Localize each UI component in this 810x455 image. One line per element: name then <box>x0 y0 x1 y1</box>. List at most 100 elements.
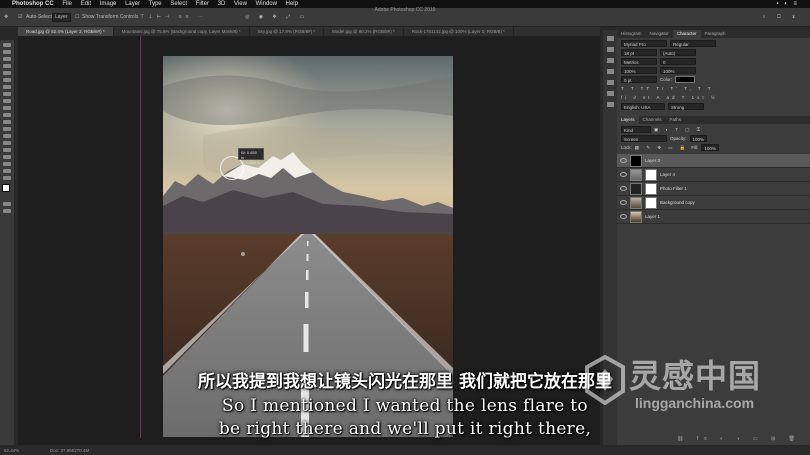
antialias-field[interactable]: Strong <box>668 103 704 110</box>
eye-icon[interactable] <box>620 158 627 163</box>
zoom-level[interactable]: 52.44% <box>4 447 19 455</box>
watermark-url: lingganchina.com <box>635 395 755 411</box>
layer-row[interactable]: Layer 3 <box>617 154 810 168</box>
layer-row[interactable]: Background copy <box>617 196 810 210</box>
fill-label: Fill: <box>691 145 699 150</box>
vertical-scale-field[interactable]: 100% <box>621 67 657 74</box>
eye-icon[interactable] <box>620 200 627 205</box>
type-tool-icon[interactable] <box>3 148 11 152</box>
quick-mask-icon[interactable] <box>3 202 11 206</box>
kerning-field[interactable]: Metrics <box>621 58 657 65</box>
font-size-field[interactable]: 18 pt <box>621 49 657 56</box>
lock-icons[interactable]: ▦ ✎ ✥ ▭ 🔒 <box>635 144 689 151</box>
tab-paths[interactable]: Paths <box>666 116 686 124</box>
font-style-field[interactable]: Regular <box>670 40 716 47</box>
color-swatches[interactable] <box>2 184 13 198</box>
auto-select-checkbox[interactable]: ☑ <box>18 8 22 26</box>
tab-navigator[interactable]: Navigator <box>646 30 673 38</box>
brush-tool-icon[interactable] <box>3 92 11 96</box>
crop-tool-icon[interactable] <box>3 71 11 75</box>
options-bar: Adobe Photoshop CC 2019 ✥ ☑ Auto-Select:… <box>0 7 810 27</box>
fill-field[interactable]: 100% <box>701 144 719 151</box>
3d-mode-icons[interactable]: ◎ ◉ ✥ ⤢ ▭ <box>245 8 308 26</box>
layer-row[interactable]: Layer 1 <box>617 210 810 224</box>
history-brush-icon[interactable] <box>3 106 11 110</box>
transform-tooltip: W: 0.650 in H: 0.650 in <box>238 148 264 165</box>
move-tool-icon[interactable] <box>3 43 11 47</box>
baseline-field[interactable]: 0 pt <box>621 76 657 83</box>
auto-select-label: Auto-Select: <box>26 14 54 20</box>
text-color-swatch[interactable] <box>675 76 696 83</box>
libraries-icon[interactable] <box>606 69 614 74</box>
shape-tool-icon[interactable] <box>3 162 11 166</box>
eyedropper-tool-icon[interactable] <box>3 78 11 82</box>
show-transform-checkbox[interactable]: ☐ <box>75 8 79 26</box>
tab-mountains[interactable]: Mountains.jpg @ 75.6% (Background copy, … <box>114 27 250 36</box>
subtitle-english-line2: be right there and we'll put it right th… <box>218 419 592 439</box>
gradient-tool-icon[interactable] <box>3 120 11 124</box>
watermark-logo-icon <box>585 355 625 405</box>
move-tool-icon[interactable]: ✥ <box>4 8 8 26</box>
opentype-buttons[interactable]: fi ∂ st A ad T 1st ½ <box>621 94 806 101</box>
layer-name: Layer 3 <box>645 158 661 163</box>
layer-row[interactable]: Photo Filter 1 <box>617 182 810 196</box>
filter-icons[interactable]: ▣ ◐ T ▢ ⚿ <box>654 126 703 133</box>
tab-character[interactable]: Character <box>672 30 701 38</box>
actions-icon[interactable] <box>606 91 614 96</box>
watermark-chinese: 灵感中国 <box>629 357 762 395</box>
paragraph-icon[interactable] <box>606 102 614 107</box>
language-field[interactable]: English: USA <box>621 103 665 110</box>
tab-road[interactable]: Road.jpg @ 52.4% (Layer 2, RGB/8#) * <box>18 27 114 36</box>
eye-icon[interactable] <box>620 214 627 219</box>
tab-sky[interactable]: Sky.jpg @ 17.8% (RGB/8#) * <box>250 27 325 36</box>
layer-thumbnail <box>630 154 642 167</box>
tab-histogram[interactable]: Histogram <box>617 30 646 38</box>
adjustments-icon[interactable] <box>606 58 614 63</box>
blend-mode-dropdown[interactable]: Screen <box>621 135 667 142</box>
layer-thumbnail <box>630 210 642 223</box>
font-family-field[interactable]: Myriad Pro <box>621 40 667 47</box>
tab-rock[interactable]: Rock-1751142.jpg @ 100% (Layer 0, RGB/8)… <box>404 27 514 36</box>
lock-label: Lock: <box>621 145 632 150</box>
screen-mode-icon[interactable] <box>3 209 11 213</box>
leading-field[interactable]: (Auto) <box>660 49 696 56</box>
auto-select-dropdown[interactable]: Layer <box>52 13 71 22</box>
quick-select-tool-icon[interactable] <box>3 64 11 68</box>
zoom-tool-icon[interactable] <box>3 176 11 180</box>
lasso-tool-icon[interactable] <box>3 57 11 61</box>
layer-row[interactable]: Layer 4 <box>617 168 810 182</box>
properties-icon[interactable] <box>606 47 614 52</box>
layer-name: Layer 1 <box>645 214 661 219</box>
blur-tool-icon[interactable] <box>3 127 11 131</box>
hand-tool-icon[interactable] <box>3 169 11 173</box>
search-icon[interactable]: ⌕ ▢ ⇪ <box>763 8 800 26</box>
healing-tool-icon[interactable] <box>3 85 11 89</box>
align-icons[interactable]: ⊤⊥⊢⊣ ≡≡ ⋯ <box>140 8 207 26</box>
pen-tool-icon[interactable] <box>3 141 11 145</box>
history-icon[interactable] <box>606 36 614 41</box>
doc-size: Doc: 37.8M/270.4M <box>50 448 90 453</box>
swatches-icon[interactable] <box>606 80 614 85</box>
opacity-field[interactable]: 100% <box>689 135 708 142</box>
type-style-buttons[interactable]: T T TT Tr T' T, T T <box>621 85 806 92</box>
layers-list: Layer 3 Layer 4 Photo Filter 1 Backgroun… <box>617 154 810 224</box>
adjustment-icon <box>630 182 642 195</box>
eraser-tool-icon[interactable] <box>3 113 11 117</box>
dodge-tool-icon[interactable] <box>3 134 11 138</box>
tab-channels[interactable]: Channels <box>639 116 666 124</box>
layer-filter-kind[interactable]: Kind <box>621 126 651 133</box>
stamp-tool-icon[interactable] <box>3 99 11 103</box>
eye-icon[interactable] <box>620 186 627 191</box>
status-bar: 52.44% Doc: 37.8M/270.4M <box>0 447 810 455</box>
tab-paragraph[interactable]: Paragraph <box>701 30 730 38</box>
eye-icon[interactable] <box>620 172 627 177</box>
layer-mask-thumbnail <box>645 182 657 195</box>
tab-model[interactable]: Model.jpg @ 90.2% (RGB/8#) * <box>324 27 404 36</box>
show-transform-label: Show Transform Controls <box>82 14 139 20</box>
marquee-tool-icon[interactable] <box>3 50 11 54</box>
tracking-field[interactable]: 0 <box>660 58 696 65</box>
document-tabs: Road.jpg @ 52.4% (Layer 2, RGB/8#) * Moun… <box>18 27 600 36</box>
horizontal-scale-field[interactable]: 100% <box>660 67 696 74</box>
path-select-tool-icon[interactable] <box>3 155 11 159</box>
tab-layers[interactable]: Layers <box>617 116 639 124</box>
